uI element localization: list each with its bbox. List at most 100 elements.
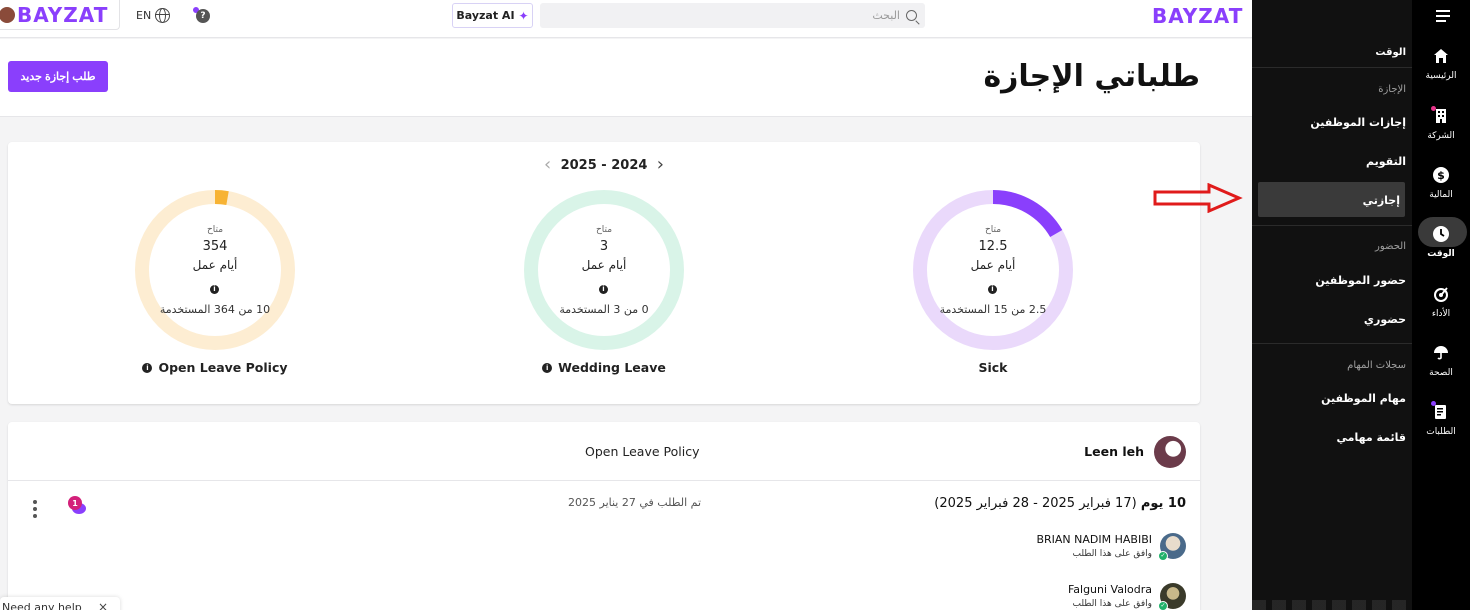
divider — [1252, 67, 1412, 68]
arrow-shape — [1153, 183, 1243, 213]
building-icon — [1436, 109, 1446, 123]
available-label: متاح — [206, 225, 224, 235]
nav-label: المالية — [1429, 190, 1453, 200]
policy-label: Wedding Leave — [558, 360, 666, 375]
help-popup-text: Need any help — [2, 600, 82, 610]
unit-label: أيام عمل — [192, 258, 238, 272]
used-summary: 0 من 3 المستخدمة — [559, 303, 649, 316]
available-label: متاح — [984, 225, 1002, 235]
policy-label: Open Leave Policy — [158, 360, 288, 375]
divider — [1252, 225, 1412, 226]
nav-company[interactable]: الشركة — [1412, 106, 1470, 141]
balance-ring-sick: متاح 12.5 أيام عمل i 2.5 من 15 المستخدمة — [912, 189, 1074, 351]
question-icon: ? — [196, 9, 210, 23]
company-avatar — [0, 6, 15, 23]
nav-finance[interactable]: $ المالية — [1412, 167, 1470, 200]
nav-label: الطلبات — [1426, 427, 1456, 437]
unit-label: أيام عمل — [970, 258, 1016, 272]
company-switcher[interactable]: BAYZAT — [0, 0, 120, 30]
bayzat-ai-button[interactable]: Bayzat AI ✦ — [452, 3, 533, 28]
approver-name: BRIAN NADIM HABIBI — [1036, 533, 1152, 546]
menu-icon[interactable] — [1436, 10, 1450, 25]
request-duration: 10 يوم (17 فبراير 2025 - 28 فبراير 2025) — [934, 496, 1186, 511]
info-icon[interactable]: i — [142, 362, 153, 373]
chevron-right-icon[interactable]: › — [657, 156, 664, 174]
policy-name-sick: Sick — [893, 360, 1093, 375]
search-input[interactable]: البحث — [540, 3, 925, 28]
sub-nav-my-leave[interactable]: إجازتي — [1363, 194, 1400, 207]
approver-name: Falguni Valodra — [1067, 583, 1152, 596]
request-policy: Open Leave Policy — [585, 444, 700, 459]
approver-avatar: ✓ — [1158, 583, 1186, 610]
info-icon[interactable]: i — [210, 285, 219, 294]
globe-icon — [155, 8, 171, 23]
sub-nav-employee-leaves[interactable]: إجازات الموظفين — [1310, 116, 1406, 129]
comment-count-badge: 1 — [68, 496, 82, 510]
balance-ring-open-leave: متاح 354 أيام عمل i 10 من 364 المستخدمة — [134, 189, 296, 351]
section-attendance: الحضور — [1375, 241, 1406, 252]
chevron-left-icon[interactable]: ‹ — [544, 156, 551, 174]
sub-navigation: الوقت الإجازة إجازات الموظفين التقويم إج… — [1252, 0, 1412, 610]
top-bar: BAYZAT EN ? Bayzat AI ✦ البحث BAYZAT — [0, 0, 1252, 38]
section-leave: الإجازة — [1378, 84, 1406, 95]
comments-button[interactable]: 1 — [68, 496, 88, 516]
section-tasks: سجلات المهام — [1347, 360, 1406, 371]
approver-status: وافق على هذا الطلب — [1072, 549, 1152, 559]
nav-home[interactable]: الرئيسية — [1412, 48, 1470, 81]
sub-nav-employee-attendance[interactable]: حضور الموظفين — [1315, 274, 1406, 287]
more-options-icon[interactable] — [32, 500, 38, 518]
help-button[interactable]: ? — [193, 7, 210, 23]
info-icon[interactable]: i — [988, 285, 997, 294]
annotation-arrow — [1153, 183, 1243, 213]
check-icon: ✓ — [1158, 601, 1168, 610]
nav-health[interactable]: الصحة — [1412, 345, 1470, 378]
bayzat-ai-label: Bayzat AI — [456, 9, 515, 22]
nav-label: الوقت — [1427, 249, 1455, 259]
sparkle-icon: ✦ — [518, 8, 529, 23]
page-title: طلباتي الإجازة — [983, 59, 1200, 94]
svg-text:$: $ — [1437, 169, 1445, 182]
page-header: طلب إجازة جديد طلباتي الإجازة — [0, 39, 1252, 117]
document-icon — [1435, 405, 1446, 419]
sub-nav-calendar[interactable]: التقويم — [1366, 155, 1406, 168]
used-summary: 10 من 364 المستخدمة — [159, 303, 271, 316]
sub-nav-employee-tasks[interactable]: مهام الموظفين — [1321, 392, 1406, 405]
home-icon — [1434, 49, 1448, 63]
new-leave-request-button[interactable]: طلب إجازة جديد — [8, 61, 108, 92]
unit-label: أيام عمل — [581, 258, 627, 272]
close-icon[interactable]: × — [98, 600, 108, 610]
nav-label: الرئيسية — [1425, 71, 1457, 81]
available-label: متاح — [595, 225, 613, 235]
nav-requests[interactable]: الطلبات — [1412, 401, 1470, 437]
nav-label: الشركة — [1427, 131, 1455, 141]
bayzat-logo: BAYZAT — [17, 2, 109, 27]
language-label: EN — [136, 9, 152, 22]
available-value: 12.5 — [978, 239, 1008, 254]
nav-time[interactable]: الوقت — [1412, 217, 1470, 259]
divider — [1252, 343, 1412, 344]
info-icon[interactable]: i — [599, 285, 608, 294]
request-header: Leen leh Open Leave Policy — [8, 422, 1200, 481]
employee-name: Leen leh — [1084, 444, 1144, 459]
main-navigation: الرئيسية الشركة $ المالية الوقت الأداء ا… — [1412, 0, 1470, 610]
request-date-range: (17 فبراير 2025 - 28 فبراير 2025) — [934, 496, 1137, 511]
nav-performance[interactable]: الأداء — [1412, 286, 1470, 319]
umbrella-icon — [1434, 346, 1448, 360]
sub-nav-my-tasks[interactable]: قائمة مهامي — [1337, 431, 1406, 444]
sidebar-footer — [1252, 600, 1412, 610]
help-popup[interactable]: Need any help × — [0, 597, 120, 610]
leave-request-card[interactable]: Leen leh Open Leave Policy 10 يوم (17 فب… — [8, 422, 1200, 610]
sub-nav-header: الوقت — [1375, 47, 1406, 58]
policy-name-wedding: i Wedding Leave — [504, 360, 704, 375]
search-placeholder: البحث — [872, 9, 900, 22]
bayzat-logo-main[interactable]: BAYZAT — [1152, 4, 1243, 28]
request-days: 10 يوم — [1140, 496, 1186, 511]
year-navigator: ‹ 2025 - 2024 › — [544, 156, 664, 174]
sub-nav-my-attendance[interactable]: حضوري — [1364, 313, 1406, 326]
nav-label: الأداء — [1431, 309, 1451, 319]
requested-on: تم الطلب في 27 يناير 2025 — [568, 496, 702, 509]
language-switcher[interactable]: EN — [136, 8, 171, 23]
policy-name-open-leave: i Open Leave Policy — [115, 360, 315, 375]
info-icon[interactable]: i — [542, 362, 553, 373]
available-value: 354 — [202, 239, 228, 254]
